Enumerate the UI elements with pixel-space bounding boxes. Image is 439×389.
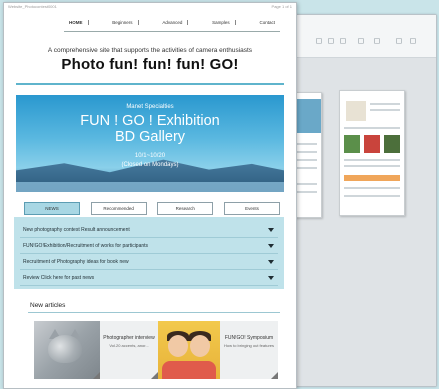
child-face (168, 335, 188, 357)
list-item[interactable]: New photography contest Result announcem… (20, 223, 278, 238)
banner-venue: BD Gallery (114, 129, 186, 145)
main-nav: HOME Beginners Advanced Samples Contact (64, 15, 280, 29)
news-item-text: Review Click here for past news (23, 275, 95, 281)
chevron-down-icon (268, 260, 274, 264)
chevron-down-icon (268, 244, 274, 248)
toolbar-icon[interactable]: ◻ (339, 37, 347, 45)
children-photo[interactable] (158, 321, 220, 379)
nav-contact[interactable]: Contact (254, 20, 280, 25)
toolbar-icon[interactable]: ◻ (315, 37, 323, 45)
banner-sea (16, 182, 284, 192)
banner-heading: FUN ! GO ! Exhibition (80, 113, 220, 129)
card-title: FUN!GO! Symposium (224, 335, 274, 341)
corner-arrow-icon (151, 372, 158, 379)
tab-research[interactable]: Research (157, 202, 214, 215)
content-tabs: NEWS Recommended Research Events (24, 202, 280, 215)
news-item-text: New photography contest Result announcem… (23, 227, 130, 233)
child-face (190, 335, 210, 357)
corner-arrow-icon (271, 372, 278, 379)
nav-divider (64, 31, 280, 32)
article-card-interview[interactable]: Photographer interview Vol.20 accents, a… (100, 321, 158, 379)
exhibition-banner[interactable]: Manet Specialties FUN ! GO ! Exhibition … (16, 95, 284, 192)
site-tagline: A comprehensive site that supports the a… (47, 47, 253, 54)
toolbar: ◻ ◻ ◻ ◻ ◻ ◻ ◻ ▭ ↶ ✓ (287, 15, 436, 68)
list-item[interactable]: Review Click here for past news (20, 271, 278, 286)
card-subtitle: Vol.20 accents, anor... (109, 343, 149, 348)
news-item-text: FUN!GO!Exhibition/Recruitment of works f… (23, 243, 149, 249)
nav-samples[interactable]: Samples (207, 19, 236, 25)
chevron-down-icon (268, 228, 274, 232)
page-thumbnail[interactable] (339, 90, 405, 216)
banner-subtitle: Manet Specialties (126, 104, 174, 110)
site-title: Photo fun! fun! fun! GO! (61, 56, 239, 73)
child-shirt (162, 361, 216, 379)
toolbar-icon[interactable]: ◻ (373, 37, 381, 45)
nav-home[interactable]: HOME (64, 19, 89, 25)
tab-recommended[interactable]: Recommended (90, 202, 147, 215)
title-divider (16, 83, 284, 85)
document-name: Website_Photocontest0001 (8, 4, 57, 9)
web-page: Website_Photocontest0001 Page 1 of 1 HOM… (3, 2, 297, 389)
article-card-symposium[interactable]: FUN!GO! Symposium How to bringing out fe… (220, 321, 278, 379)
toolbar-icon[interactable]: ◻ (409, 37, 417, 45)
nav-advanced[interactable]: Advanced (157, 19, 189, 25)
new-articles-heading: New articles (30, 302, 66, 309)
card-subtitle: How to bringing out features (223, 343, 275, 348)
cat-photo[interactable] (34, 321, 100, 379)
banner-closed-note: (Closed on Mondays) (121, 162, 179, 168)
tab-news[interactable]: NEWS (24, 202, 80, 215)
toolbar-icon[interactable]: ◻ (357, 37, 365, 45)
banner-dates: 10/1~10/20 (134, 153, 166, 159)
news-item-text: Recruitment of Photography ideas for boo… (23, 259, 129, 265)
list-item[interactable]: FUN!GO!Exhibition/Recruitment of works f… (20, 239, 278, 254)
page-count: Page 1 of 1 (271, 4, 292, 9)
cat-face (48, 335, 82, 363)
document-canvas (287, 58, 436, 386)
card-title: Photographer interview (103, 335, 155, 341)
list-item[interactable]: Recruitment of Photography ideas for boo… (20, 255, 278, 270)
page-header-strip: Website_Photocontest0001 Page 1 of 1 (4, 3, 296, 11)
tab-events[interactable]: Events (223, 202, 280, 215)
section-divider (28, 312, 280, 313)
background-app-window: ◻ ◻ ◻ ◻ ◻ ◻ ◻ ▭ ↶ ✓ (286, 14, 437, 387)
chevron-down-icon (268, 276, 274, 280)
corner-arrow-icon (93, 372, 100, 379)
toolbar-icon[interactable]: ◻ (327, 37, 335, 45)
news-list: New photography contest Result announcem… (14, 217, 284, 289)
nav-beginners[interactable]: Beginners (107, 19, 139, 25)
toolbar-icon[interactable]: ◻ (395, 37, 403, 45)
